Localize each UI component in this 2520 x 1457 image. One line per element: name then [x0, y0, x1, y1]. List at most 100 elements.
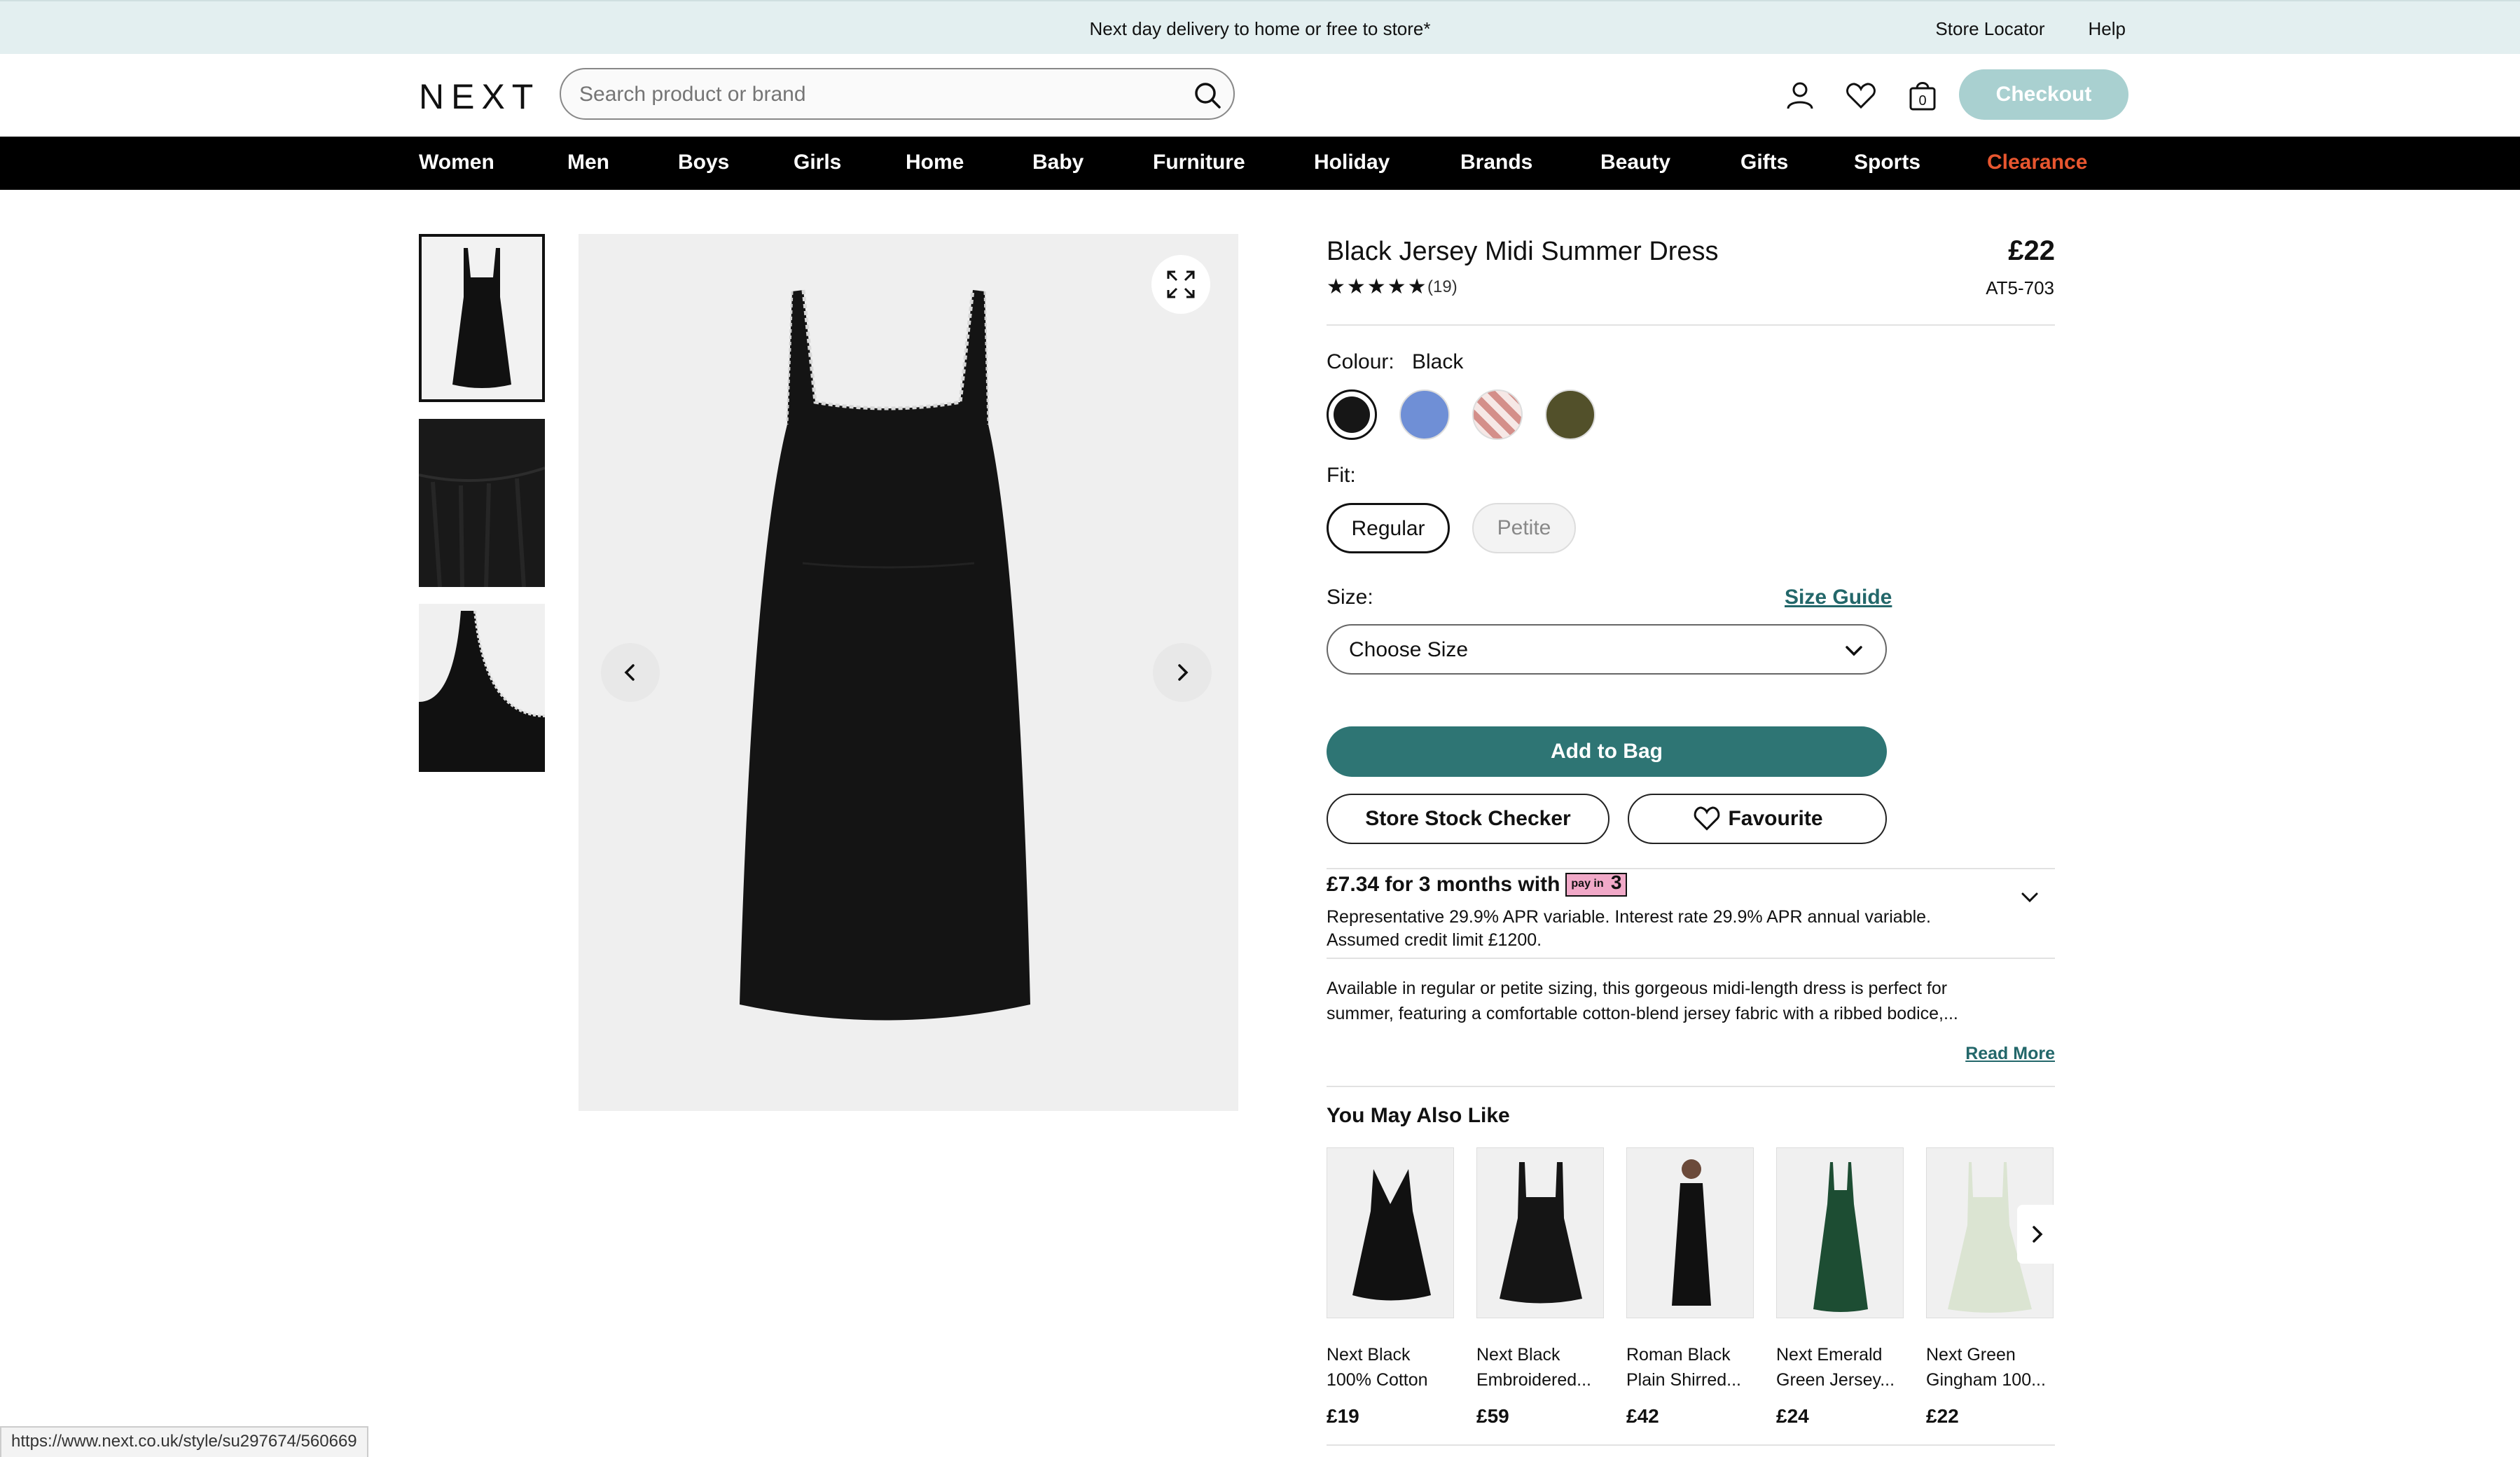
search-input[interactable] [579, 79, 1154, 110]
nav-sports[interactable]: Sports [1854, 151, 1920, 174]
chevron-down-icon[interactable] [2019, 888, 2041, 906]
product-price: £24 [1776, 1405, 1809, 1427]
divider [1327, 324, 2055, 326]
nav-women[interactable]: Women [419, 151, 494, 174]
product-price: £22 [1926, 1405, 1959, 1427]
expand-icon [1167, 270, 1195, 298]
thumbnail-3[interactable] [419, 604, 545, 772]
product-thumbnail[interactable] [1327, 1147, 1454, 1318]
top-banner: Next day delivery to home or free to sto… [0, 0, 2520, 54]
bag-button[interactable]: 0 [1905, 78, 1940, 113]
nav-baby[interactable]: Baby [1032, 151, 1084, 174]
colour-label: Colour: [1327, 350, 1394, 373]
recommendation-card[interactable]: Next Black Embroidered... £59 [1476, 1147, 1604, 1428]
product-thumbnail[interactable] [1776, 1147, 1904, 1318]
nav-brands[interactable]: Brands [1460, 151, 1532, 174]
swatch-blue[interactable] [1399, 389, 1450, 440]
checkout-button[interactable]: Checkout [1959, 69, 2128, 120]
search-bar[interactable] [560, 68, 1235, 120]
chevron-right-icon [2033, 1226, 2043, 1243]
chevron-down-icon [1846, 646, 1862, 656]
nav-clearance[interactable]: Clearance [1987, 151, 2087, 174]
product-thumbnail[interactable] [1476, 1147, 1604, 1318]
product-description: Available in regular or petite sizing, t… [1327, 979, 1958, 1023]
review-count[interactable]: (19) [1427, 277, 1458, 297]
size-select-value: Choose Size [1349, 638, 1469, 661]
credit-details: Representative 29.9% APR variable. Inter… [1327, 907, 1932, 950]
nav-beauty[interactable]: Beauty [1600, 151, 1670, 174]
help-link[interactable]: Help [2089, 18, 2126, 40]
swatch-khaki[interactable] [1545, 389, 1595, 440]
star-rating[interactable]: ★★★★★ [1327, 275, 1427, 299]
bag-count: 0 [1918, 93, 1927, 109]
recommendation-card[interactable]: Next Green Gingham 100... £22 [1926, 1147, 2054, 1428]
thumbnail-1[interactable] [419, 234, 545, 402]
product-sku: AT5-703 [1986, 277, 2054, 298]
favourite-label: Favourite [1728, 807, 1823, 830]
credit-headline: £7.34 for 3 months with pay in 3 [1327, 873, 1628, 897]
nav-girls[interactable]: Girls [794, 151, 841, 174]
store-stock-checker-button[interactable]: Store Stock Checker [1327, 794, 1609, 844]
product-name[interactable]: Roman Black Plain Shirred... [1626, 1342, 1754, 1393]
divider [1327, 1444, 2055, 1446]
delivery-message: Next day delivery to home or free to sto… [1089, 18, 1431, 39]
next-image-button[interactable] [1153, 643, 1212, 702]
heart-icon[interactable] [1843, 78, 1878, 113]
pay-in-3-badge: pay in 3 [1565, 873, 1628, 897]
chevron-right-icon [1178, 664, 1189, 681]
nav-furniture[interactable]: Furniture [1153, 151, 1245, 174]
fit-label: Fit: [1327, 464, 1356, 487]
product-name[interactable]: Next Black Embroidered... [1476, 1342, 1604, 1393]
credit-headline-text: £7.34 for 3 months with [1327, 873, 1560, 896]
recommendation-card[interactable]: Next Black100% Cotton V... £19 [1327, 1147, 1454, 1428]
nav-boys[interactable]: Boys [678, 151, 729, 174]
search-icon[interactable] [1191, 79, 1224, 111]
store-locator-link[interactable]: Store Locator [1935, 18, 2044, 40]
swatch-black[interactable] [1327, 389, 1377, 440]
carousel-next-button[interactable] [2017, 1205, 2056, 1264]
divider [1327, 1086, 2055, 1087]
fabric-detail-image [419, 419, 545, 587]
product-thumbnail[interactable] [1626, 1147, 1754, 1318]
product-price: £22 [2008, 235, 2055, 266]
heart-icon [1694, 806, 1720, 831]
strap-detail-image [419, 610, 545, 772]
size-label: Size: [1327, 586, 1373, 609]
dress-image [740, 289, 1030, 1021]
size-select[interactable]: Choose Size [1327, 624, 1887, 675]
product-price: £19 [1327, 1405, 1359, 1427]
thumbnail-2[interactable] [419, 419, 545, 587]
account-icon[interactable] [1782, 78, 1818, 113]
main-product-image[interactable] [579, 234, 1238, 1111]
main-nav: Women Men Boys Girls Home Baby Furniture… [0, 137, 2520, 190]
add-to-bag-button[interactable]: Add to Bag [1327, 726, 1887, 777]
nav-gifts[interactable]: Gifts [1740, 151, 1788, 174]
product-name[interactable]: Next Emerald Green Jersey... [1776, 1342, 1904, 1393]
fit-petite-button[interactable]: Petite [1472, 503, 1576, 553]
recommendations-title: You May Also Like [1327, 1104, 1510, 1127]
chevron-left-icon [624, 664, 635, 681]
divider [1327, 868, 2055, 869]
favourite-button[interactable]: Favourite [1628, 794, 1887, 844]
product-price: £42 [1626, 1405, 1659, 1427]
dress-thumbnail-image [452, 248, 511, 388]
recommendation-card[interactable]: Roman Black Plain Shirred... £42 [1626, 1147, 1754, 1428]
size-guide-link[interactable]: Size Guide [1785, 586, 1892, 609]
product-name[interactable]: Next Green Gingham 100... [1926, 1342, 2054, 1393]
divider [1327, 958, 2055, 959]
nav-men[interactable]: Men [567, 151, 609, 174]
read-more-link[interactable]: Read More [1965, 1044, 2055, 1064]
expand-button[interactable] [1151, 255, 1210, 314]
next-logo[interactable]: NEXT [419, 76, 540, 117]
product-price: £59 [1476, 1405, 1509, 1427]
swatch-pink-stripe[interactable] [1472, 389, 1523, 440]
fit-regular-button[interactable]: Regular [1327, 503, 1450, 553]
product-title: Black Jersey Midi Summer Dress [1327, 237, 1719, 266]
recommendation-card[interactable]: Next Emerald Green Jersey... £24 [1776, 1147, 1904, 1428]
product-name[interactable]: Next Black100% Cotton V... [1327, 1342, 1454, 1393]
nav-holiday[interactable]: Holiday [1314, 151, 1390, 174]
nav-home[interactable]: Home [906, 151, 964, 174]
prev-image-button[interactable] [601, 643, 660, 702]
site-header: NEXT 0 Checkout [0, 54, 2520, 137]
colour-value: Black [1412, 350, 1464, 373]
